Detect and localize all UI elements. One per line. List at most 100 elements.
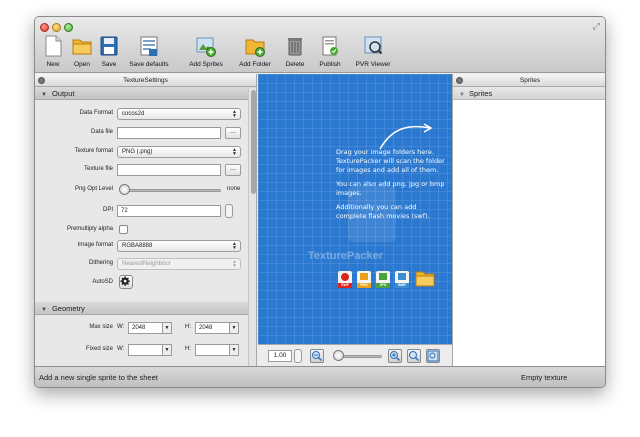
new-button[interactable]: New [41, 35, 65, 71]
max-height-value: 2048 [199, 325, 213, 331]
fixed-size-row: Fixed size W: ▼ H: ▼ [35, 344, 247, 358]
image-format-label: Image format [77, 242, 113, 248]
max-width-value: 2048 [132, 325, 146, 331]
settings-scrollbar[interactable] [248, 88, 256, 366]
save-defaults-icon [140, 36, 158, 56]
premultiply-checkbox[interactable] [119, 225, 128, 234]
new-label: New [46, 61, 60, 68]
sprites-root-label: Sprites [468, 89, 493, 98]
dithering-label: Dithering [88, 260, 113, 266]
updown-arrow-icon: ▲ ▼ [232, 241, 237, 251]
bmp-mark [398, 273, 406, 280]
new-document-icon [45, 35, 62, 57]
sprites-tree-root[interactable]: ▼ Sprites [453, 87, 605, 100]
data-file-label: Data file [90, 129, 113, 135]
max-width-combo[interactable]: 2048 ▼ [128, 322, 172, 334]
open-button[interactable]: Open [69, 35, 95, 71]
panel-pin-icon[interactable] [456, 77, 463, 84]
zoom-actual-size-button[interactable] [407, 349, 421, 363]
autosd-button[interactable] [119, 275, 133, 289]
texture-format-row: Texture format PNG (.png) ▲ ▼ [35, 146, 247, 160]
fixed-width-combo[interactable]: ▼ [128, 344, 172, 356]
drop-instructions: Drag your image folders here. TexturePac… [336, 148, 446, 226]
texture-file-input[interactable] [117, 164, 221, 176]
jpg-badge: JPG [376, 283, 390, 288]
panel-pin-icon[interactable] [38, 77, 45, 84]
png-opt-slider-knob[interactable] [119, 184, 130, 195]
drop-instructions-text-3: Additionally you can add complete flash … [336, 203, 430, 220]
zoom-stepper[interactable] [294, 349, 302, 363]
zoom-out-button[interactable] [310, 349, 324, 363]
disclosure-triangle-icon: ▼ [41, 92, 47, 98]
max-width-label: W: [117, 324, 125, 330]
texture-file-label: Texture file [83, 166, 113, 172]
texture-file-browse-button[interactable]: ... [225, 164, 241, 176]
publish-button[interactable]: Publish [315, 35, 345, 71]
data-format-label: Data Format [79, 110, 113, 116]
jpg-file-icon: JPG [376, 271, 390, 288]
sprite-sheet-canvas[interactable]: TexturePacker Drag your image folders he… [258, 74, 452, 344]
data-file-browse-button[interactable]: ... [225, 127, 241, 139]
status-bar: Add a new single sprite to the sheet Emp… [35, 366, 605, 387]
data-format-select[interactable]: cocos2d ▲ ▼ [117, 108, 241, 120]
add-sprites-button[interactable]: Add Sprites [185, 35, 227, 71]
delete-button[interactable]: Delete [281, 35, 309, 71]
drop-instructions-text-1: Drag your image folders here. TexturePac… [336, 148, 445, 174]
minimize-window-button[interactable] [52, 23, 61, 32]
add-folder-label: Add Folder [239, 61, 271, 68]
image-format-value: RGBA8888 [122, 243, 153, 249]
app-window: ⤢ New Open Save Save defaults Add Sprite… [34, 16, 606, 388]
max-size-row: Max size W: 2048 ▼ H: 2048 ▼ [35, 322, 247, 336]
dithering-select[interactable]: NearestNeighbour ▲ ▼ [117, 258, 241, 270]
chevron-down-icon: ▼ [229, 323, 238, 333]
png-opt-slider[interactable] [125, 189, 221, 192]
image-format-select[interactable]: RGBA8888 ▲ ▼ [117, 240, 241, 252]
disclosure-triangle-icon: ▼ [41, 307, 47, 313]
zoom-window-button[interactable] [64, 23, 73, 32]
settings-scroll-thumb[interactable] [251, 90, 256, 194]
swf-badge: SWF [338, 283, 352, 288]
pvr-viewer-button[interactable]: PVR Viewer [353, 35, 393, 71]
save-defaults-button[interactable]: Save defaults [125, 35, 173, 71]
dpi-label: DPI [102, 207, 113, 213]
open-label: Open [74, 61, 90, 68]
geometry-fields: Max size W: 2048 ▼ H: 2048 ▼ Fixed size W:… [35, 315, 256, 366]
fixed-height-combo[interactable]: ▼ [195, 344, 239, 356]
zoom-out-icon [312, 351, 323, 362]
texture-format-select[interactable]: PNG (.png) ▲ ▼ [117, 146, 241, 158]
close-window-button[interactable] [40, 23, 49, 32]
save-button[interactable]: Save [97, 35, 121, 71]
chevron-down-icon: ▼ [162, 323, 171, 333]
zoom-in-button[interactable] [388, 349, 402, 363]
dpi-row: DPI 72 [35, 204, 247, 219]
data-file-input[interactable] [117, 127, 221, 139]
zoom-in-icon [390, 351, 401, 362]
add-folder-button[interactable]: Add Folder [235, 35, 275, 71]
output-section-header[interactable]: ▼ Output [35, 87, 256, 100]
zoom-input[interactable]: 1,00 [268, 350, 292, 362]
png-opt-row: Png Opt Level none [35, 184, 247, 198]
max-size-label: Max size [89, 324, 113, 330]
texture-settings-header: TextureSettings [35, 74, 256, 87]
chevron-down-icon: ▼ [229, 345, 238, 355]
sprites-panel-title: Sprites [519, 77, 541, 84]
max-height-combo[interactable]: 2048 ▼ [195, 322, 239, 334]
jpg-mark [379, 273, 387, 280]
fullscreen-icon[interactable]: ⤢ [593, 21, 600, 32]
dpi-stepper[interactable] [225, 204, 233, 218]
premultiply-row: Premultiply alpha [35, 224, 247, 238]
zoom-slider-knob[interactable] [333, 350, 344, 361]
delete-label: Delete [285, 61, 305, 68]
png-file-icon: PNG [357, 271, 371, 288]
dpi-input[interactable]: 72 [117, 205, 221, 217]
png-badge: PNG [357, 283, 371, 288]
texture-settings-title: TextureSettings [123, 77, 168, 84]
updown-arrow-icon: ▲ ▼ [232, 147, 237, 157]
geometry-section-title: Geometry [51, 304, 85, 313]
bmp-badge: BMP [395, 283, 409, 288]
texture-status: Empty texture [521, 373, 568, 382]
geometry-section-header[interactable]: ▼ Geometry [35, 302, 256, 315]
zoom-fit-button[interactable] [426, 349, 440, 363]
image-format-row: Image format RGBA8888 ▲ ▼ [35, 240, 247, 254]
drop-instructions-text-2: You can also add png, jpg or bmp images. [336, 180, 445, 197]
